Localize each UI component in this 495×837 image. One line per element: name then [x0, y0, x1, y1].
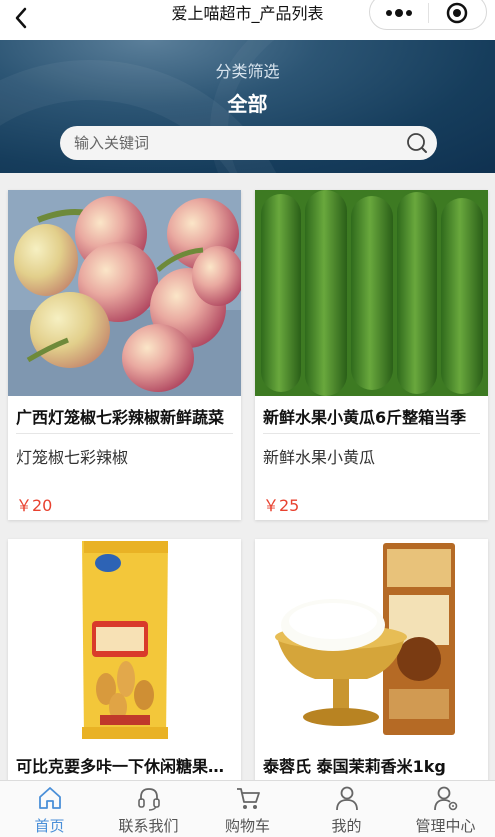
- more-dots-icon: [386, 9, 412, 17]
- tab-label: 我的: [331, 817, 362, 835]
- product-image: [255, 539, 488, 745]
- product-name: 新鲜水果小黄瓜6斤整箱当季: [263, 408, 467, 427]
- product-card[interactable]: 泰蓉氏 泰国茉莉香米1kg: [255, 539, 488, 780]
- product-card[interactable]: 新鲜水果小黄瓜6斤整箱当季 新鲜水果小黄瓜 ￥25: [255, 190, 488, 520]
- filter-label: 分类筛选: [215, 62, 280, 81]
- search-input[interactable]: [74, 126, 394, 160]
- product-name: 可比克要多咔一下休闲糖果零食: [16, 757, 233, 776]
- tab-label: 首页: [34, 817, 65, 835]
- tab-label: 购物车: [224, 817, 270, 835]
- category-banner: 分类筛选 全部: [0, 40, 495, 173]
- snack-bag-photo: [8, 539, 241, 745]
- cucumber-photo: [255, 190, 488, 396]
- search-bar: [60, 126, 437, 160]
- top-navbar: 爱上喵超市_产品列表: [0, 0, 495, 40]
- tab-contact[interactable]: 联系我们: [99, 781, 198, 837]
- capsule-divider: [428, 3, 429, 23]
- product-image: [8, 539, 241, 745]
- search-icon[interactable]: [405, 131, 429, 155]
- product-name: 泰蓉氏 泰国茉莉香米1kg: [263, 757, 446, 776]
- product-card[interactable]: 广西灯笼椒七彩辣椒新鲜蔬菜 灯笼椒七彩辣椒 ￥20: [8, 190, 241, 520]
- user-icon: [336, 786, 358, 811]
- product-price: ￥20: [16, 496, 53, 515]
- headset-icon: [138, 788, 160, 811]
- product-name: 广西灯笼椒七彩辣椒新鲜蔬菜: [16, 408, 225, 427]
- product-price: ￥25: [263, 496, 300, 515]
- category-selector[interactable]: 全部: [0, 88, 495, 117]
- tab-cart[interactable]: 购物车: [198, 781, 297, 837]
- capsule-menu: [369, 0, 487, 30]
- tab-label: 联系我们: [118, 817, 179, 835]
- cart-icon: [237, 788, 260, 809]
- close-button[interactable]: [434, 0, 480, 27]
- tab-mine[interactable]: 我的: [297, 781, 396, 837]
- user-settings-icon: [434, 786, 458, 811]
- product-image: [255, 190, 488, 396]
- home-icon: [39, 787, 61, 809]
- target-close-icon: [446, 2, 468, 24]
- product-card[interactable]: 可比克要多咔一下休闲糖果零食: [8, 539, 241, 780]
- product-grid: 广西灯笼椒七彩辣椒新鲜蔬菜 灯笼椒七彩辣椒 ￥20 新鲜水果小黄瓜6斤整箱当季: [0, 173, 495, 780]
- divider: [16, 433, 233, 434]
- bottom-tabbar: 首页 联系我们 购物车 我的 管理中心: [0, 780, 495, 837]
- tab-home[interactable]: 首页: [0, 781, 99, 837]
- tab-admin[interactable]: 管理中心: [396, 781, 495, 837]
- pepper-photo: [8, 190, 241, 396]
- product-desc: 灯笼椒七彩辣椒: [16, 448, 129, 467]
- rice-bag-photo: [255, 539, 488, 745]
- product-image: [8, 190, 241, 396]
- more-button[interactable]: [376, 0, 422, 27]
- product-desc: 新鲜水果小黄瓜: [263, 448, 376, 467]
- divider: [263, 433, 480, 434]
- tab-label: 管理中心: [415, 817, 476, 835]
